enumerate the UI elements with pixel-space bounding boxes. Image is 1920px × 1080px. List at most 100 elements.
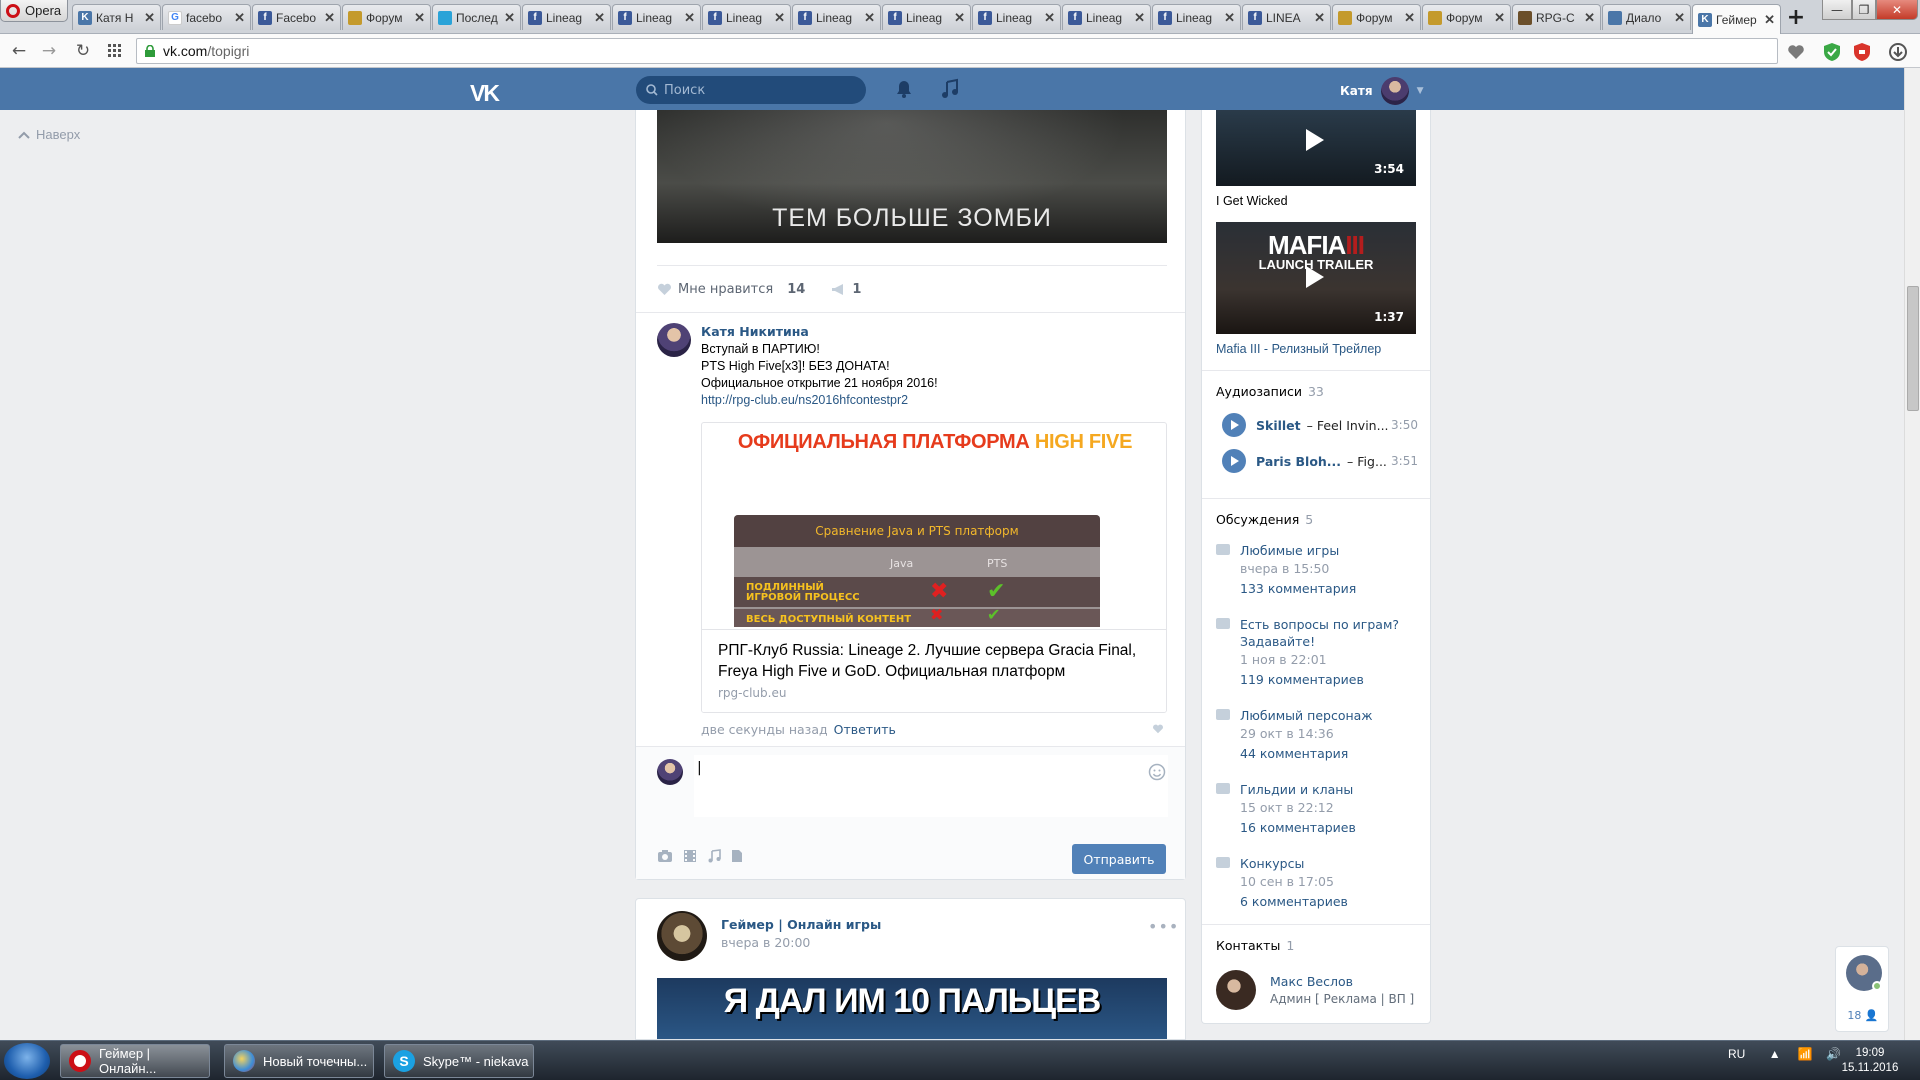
speed-dial-button[interactable] xyxy=(104,41,126,61)
close-tab-icon[interactable]: ✕ xyxy=(954,10,965,26)
search-input[interactable]: Поиск xyxy=(636,76,866,104)
vk-logo[interactable]: VK xyxy=(470,80,500,107)
close-tab-icon[interactable]: ✕ xyxy=(1134,10,1145,26)
close-tab-icon[interactable]: ✕ xyxy=(864,10,875,26)
discussion-comments[interactable]: 119 комментариев xyxy=(1240,670,1416,690)
start-button[interactable] xyxy=(4,1043,50,1079)
video-thumbnail[interactable]: 3:54 xyxy=(1216,110,1416,186)
browser-tab[interactable]: f Lineag ✕ xyxy=(702,4,791,30)
close-tab-icon[interactable]: ✕ xyxy=(1044,10,1055,26)
contact-avatar[interactable] xyxy=(1216,970,1256,1010)
comment-input[interactable]: | xyxy=(694,755,1168,817)
download-icon[interactable] xyxy=(1888,42,1908,62)
browser-tab[interactable]: f Lineag ✕ xyxy=(1152,4,1241,30)
discussion-item[interactable]: Гильдии и кланы 15 окт в 22:12 16 коммента… xyxy=(1216,781,1416,838)
browser-tab[interactable]: Gfacebo ✕ xyxy=(162,4,251,30)
bell-icon[interactable] xyxy=(893,78,915,100)
video-title[interactable]: I Get Wicked xyxy=(1216,194,1288,208)
browser-tab[interactable]: f Lineag ✕ xyxy=(972,4,1061,30)
browser-tab[interactable]: f Lineag ✕ xyxy=(522,4,611,30)
post-image[interactable]: Я ДАЛ ИМ 10 ПАЛЬЦЕВ xyxy=(657,978,1167,1039)
video-film-icon[interactable] xyxy=(683,849,697,863)
back-to-top-link[interactable]: Наверх xyxy=(18,127,80,142)
maximize-button[interactable]: ❐ xyxy=(1852,0,1876,20)
camera-icon[interactable] xyxy=(657,849,673,863)
discussion-comments[interactable]: 6 комментариев xyxy=(1240,892,1416,912)
close-tab-icon[interactable]: ✕ xyxy=(774,10,785,26)
discussion-item[interactable]: Любимые игры вчера в 15:50 133 комментария xyxy=(1216,542,1416,599)
audio-header[interactable]: Аудиозаписи 33 xyxy=(1216,384,1324,399)
close-tab-icon[interactable]: ✕ xyxy=(414,10,425,26)
close-tab-icon[interactable]: ✕ xyxy=(324,10,335,26)
close-tab-icon[interactable]: ✕ xyxy=(1494,10,1505,26)
browser-tab[interactable]: Форум ✕ xyxy=(1422,4,1511,30)
comment-like-icon[interactable] xyxy=(1152,724,1164,734)
forward-button[interactable]: → xyxy=(38,41,60,61)
post-image[interactable]: ТЕМ БОЛЬШЕ ЗОМБИ xyxy=(657,110,1167,243)
opera-menu-button[interactable]: Opera xyxy=(0,0,68,22)
close-tab-icon[interactable]: ✕ xyxy=(1224,10,1235,26)
page-scrollbar[interactable] xyxy=(1904,68,1920,1040)
heart-bookmark-icon[interactable] xyxy=(1786,42,1806,62)
close-tab-icon[interactable]: ✕ xyxy=(1764,12,1775,28)
close-tab-icon[interactable]: ✕ xyxy=(234,10,245,26)
comment-author[interactable]: Катя Никитина xyxy=(701,324,809,339)
reply-link[interactable]: Ответить xyxy=(834,722,896,737)
close-window-button[interactable]: ✕ xyxy=(1876,0,1918,20)
browser-tab[interactable]: f Lineag ✕ xyxy=(882,4,971,30)
post-author[interactable]: Геймер | Онлайн игры xyxy=(721,917,881,932)
close-tab-icon[interactable]: ✕ xyxy=(1584,10,1595,26)
browser-tab[interactable]: Форум ✕ xyxy=(1332,4,1421,30)
chat-widget[interactable]: 18 👤 xyxy=(1835,946,1889,1032)
play-icon[interactable] xyxy=(1222,413,1246,437)
adblock-shield-icon[interactable] xyxy=(1852,42,1872,62)
discussion-title[interactable]: Конкурсы xyxy=(1240,855,1416,872)
close-tab-icon[interactable]: ✕ xyxy=(504,10,515,26)
discussion-comments[interactable]: 133 комментария xyxy=(1240,579,1416,599)
tray-expand-icon[interactable]: ▲ xyxy=(1769,1047,1781,1061)
browser-tab[interactable]: f Facebo ✕ xyxy=(252,4,341,30)
send-button[interactable]: Отправить xyxy=(1072,844,1166,874)
user-menu[interactable]: Катя ▼ xyxy=(1340,77,1424,105)
discussion-comments[interactable]: 16 комментариев xyxy=(1240,818,1416,838)
close-tab-icon[interactable]: ✕ xyxy=(1674,10,1685,26)
contact-name[interactable]: Макс Веслов xyxy=(1270,974,1353,989)
like-button[interactable]: Мне нравится 14 xyxy=(657,282,805,297)
discussion-title[interactable]: Любимые игры xyxy=(1240,542,1416,559)
post-menu-button[interactable]: ••• xyxy=(1148,917,1179,936)
discussion-item[interactable]: Конкурсы 10 сен в 17:05 6 комментариев xyxy=(1216,855,1416,912)
shield-check-icon[interactable] xyxy=(1822,42,1842,62)
minimize-button[interactable]: — xyxy=(1822,0,1852,20)
discussion-title[interactable]: Есть вопросы по играм? Задавайте! xyxy=(1240,616,1416,650)
clock[interactable]: 19:09 15.11.2016 xyxy=(1838,1046,1902,1076)
close-tab-icon[interactable]: ✕ xyxy=(594,10,605,26)
browser-tab[interactable]: f LINEA ✕ xyxy=(1242,4,1331,30)
network-icon[interactable]: 📶 xyxy=(1798,1047,1813,1061)
browser-tab[interactable]: Послед ✕ xyxy=(432,4,521,30)
discussion-item[interactable]: Любимый персонаж 29 окт в 14:36 44 коммент… xyxy=(1216,707,1416,764)
share-button[interactable]: 1 xyxy=(831,282,861,297)
close-tab-icon[interactable]: ✕ xyxy=(144,10,155,26)
comment-avatar[interactable] xyxy=(657,323,691,357)
new-tab-button[interactable]: + xyxy=(1782,4,1810,30)
back-button[interactable]: ← xyxy=(8,41,30,61)
browser-tab[interactable]: f Lineag ✕ xyxy=(1062,4,1151,30)
browser-tab[interactable]: f Lineag ✕ xyxy=(792,4,881,30)
reload-button[interactable]: ↻ xyxy=(72,41,94,61)
audio-track[interactable]: Paris Bloh... – Fig... 3:51 xyxy=(1222,449,1418,473)
document-icon[interactable] xyxy=(731,849,743,863)
language-indicator[interactable]: RU xyxy=(1728,1047,1745,1061)
browser-tab[interactable]: Форум ✕ xyxy=(342,4,431,30)
music-note-icon[interactable] xyxy=(939,78,961,100)
emoji-icon[interactable] xyxy=(1148,763,1166,781)
scrollbar-thumb[interactable] xyxy=(1907,286,1919,411)
taskbar-item[interactable]: Геймер | Онлайн... xyxy=(60,1044,210,1078)
taskbar-item[interactable]: S Skype™ - niekava xyxy=(384,1044,534,1078)
discussion-comments[interactable]: 44 комментария xyxy=(1240,744,1416,764)
browser-tab[interactable]: K Геймер ✕ xyxy=(1692,4,1781,34)
discussion-title[interactable]: Любимый персонаж xyxy=(1240,707,1416,724)
comment-link[interactable]: http://rpg-club.eu/ns2016hfcontestpr2 xyxy=(701,392,938,409)
browser-tab[interactable]: f Lineag ✕ xyxy=(612,4,701,30)
video-thumbnail[interactable]: MAFIAIII LAUNCH TRAILER 1:37 xyxy=(1216,222,1416,334)
browser-tab[interactable]: Диало ✕ xyxy=(1602,4,1691,30)
